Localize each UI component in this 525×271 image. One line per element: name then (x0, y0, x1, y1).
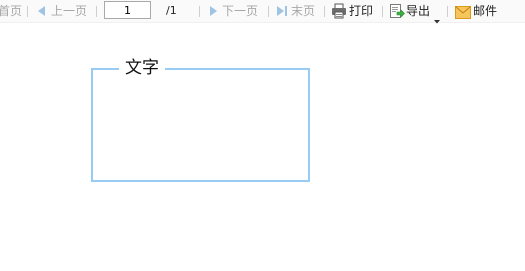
toolbar-separator (324, 6, 325, 17)
page-number-input[interactable] (104, 1, 151, 19)
report-toolbar: 首页 上一页 /1 下一页 末页 打印 (0, 0, 525, 24)
last-page-icon-bar (285, 6, 287, 16)
next-page-button[interactable]: 下一页 (222, 0, 258, 22)
export-icon (389, 3, 405, 23)
toolbar-separator (96, 6, 97, 17)
toolbar-separator (268, 6, 269, 17)
toolbar-separator (382, 6, 383, 17)
print-button[interactable]: 打印 (349, 0, 373, 22)
toolbar-separator (27, 6, 28, 17)
prev-arrow-icon (38, 6, 45, 16)
first-page-button[interactable]: 首页 (0, 0, 22, 22)
prev-page-button[interactable]: 上一页 (51, 0, 87, 22)
last-page-button[interactable]: 末页 (291, 0, 315, 22)
report-viewer: 首页 上一页 /1 下一页 末页 打印 (0, 0, 525, 271)
printer-icon (331, 3, 347, 23)
next-arrow-icon (210, 6, 217, 16)
dropdown-caret-icon[interactable] (434, 9, 440, 28)
last-page-icon (277, 6, 284, 16)
mail-button[interactable]: 邮件 (473, 0, 497, 22)
toolbar-separator (199, 6, 200, 17)
export-button[interactable]: 导出 (406, 0, 430, 22)
text-groupbox (91, 68, 310, 182)
page-total: /1 (166, 4, 177, 17)
groupbox-legend: 文字 (119, 58, 165, 78)
toolbar-separator (447, 6, 448, 17)
mail-icon (455, 4, 471, 23)
